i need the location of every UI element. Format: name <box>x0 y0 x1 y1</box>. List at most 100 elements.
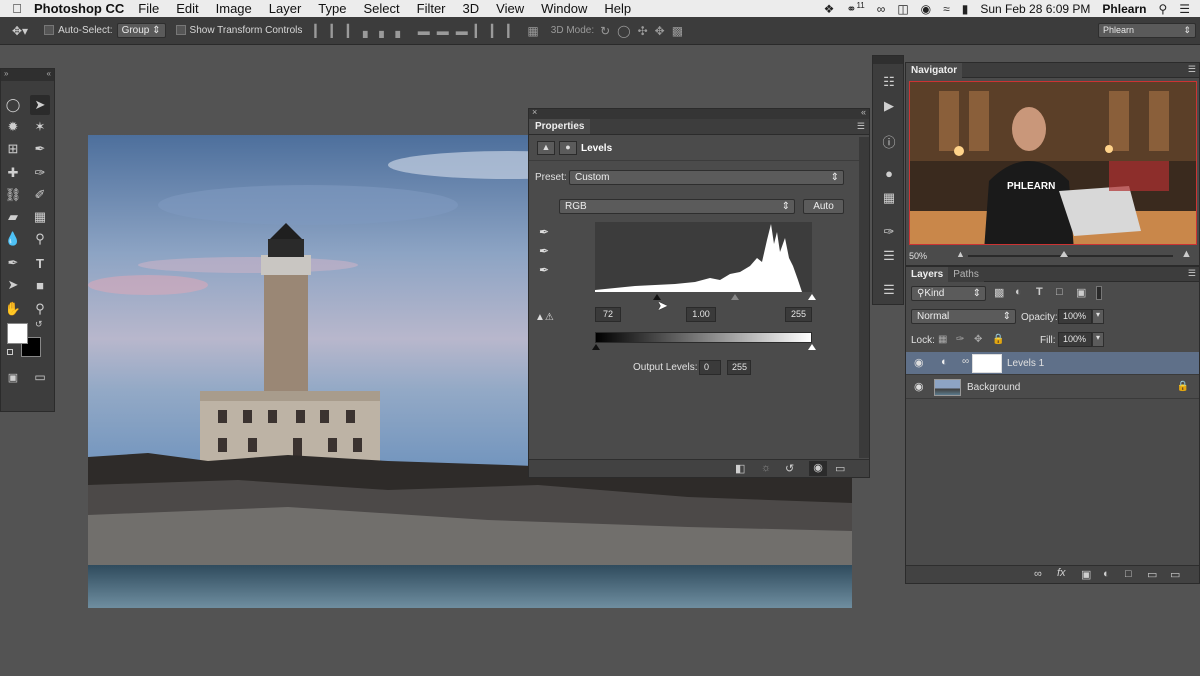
history-panel-icon[interactable]: ☷ <box>879 74 899 92</box>
menu-window[interactable]: Window <box>541 1 587 16</box>
menu-help[interactable]: Help <box>604 1 631 16</box>
blend-mode-dropdown[interactable]: Normal ⇕ <box>911 309 1016 324</box>
gradient-tool-icon[interactable]: ▦ <box>30 207 50 227</box>
mask-link-icon[interactable]: ∞ <box>962 356 969 367</box>
zoom-out-icon[interactable]: ▲ <box>956 249 965 259</box>
3d-mode-icons[interactable]: ↻◯✣✥▩ <box>600 24 690 38</box>
dropbox-icon[interactable]: ❖ <box>824 2 835 16</box>
transform-controls-checkbox[interactable] <box>175 25 190 36</box>
rectangle-tool-icon[interactable]: ■ <box>30 275 50 295</box>
layer-row-background[interactable]: ◉ Background 🔒 <box>906 376 1199 399</box>
type-tool-icon[interactable]: T <box>30 253 50 273</box>
auto-select-checkbox[interactable] <box>44 25 58 36</box>
distribute-icons[interactable]: ▬▬▬▎▎▎ <box>418 24 524 38</box>
menu-select[interactable]: Select <box>363 1 399 16</box>
move-tool-icon[interactable]: ➤ <box>30 95 50 115</box>
properties-panel-titlebar[interactable]: × « <box>529 107 869 119</box>
apple-icon[interactable]:  <box>0 1 34 16</box>
3d-panel-icon[interactable]: ● <box>879 166 899 184</box>
opacity-dropdown-arrow-icon[interactable]: ▾ <box>1092 309 1104 324</box>
panel-menu-icon[interactable]: ☰ <box>857 121 865 132</box>
auto-button[interactable]: Auto <box>803 199 844 214</box>
brushes-panel-icon[interactable]: ✑ <box>879 224 899 242</box>
clock-text[interactable]: Sun Feb 28 6:09 PM <box>980 2 1090 16</box>
fill-field[interactable]: 100% <box>1058 332 1092 347</box>
clone-stamp-tool-icon[interactable]: ⛓ <box>3 185 23 205</box>
new-adjustment-layer-icon[interactable]: ◐ <box>1103 568 1110 580</box>
gray-point-eyedropper-icon[interactable]: ✒ <box>539 244 549 258</box>
menu-3d[interactable]: 3D <box>463 1 480 16</box>
layer-name[interactable]: Background <box>967 382 1020 393</box>
channel-dropdown[interactable]: RGB ⇕ <box>559 199 795 214</box>
white-point-eyedropper-icon[interactable]: ✒ <box>539 263 549 277</box>
eraser-tool-icon[interactable]: ▰ <box>3 207 23 227</box>
move-tool-preset-icon[interactable]: ✥▾ <box>12 24 28 38</box>
tools-panel-header[interactable]: » « <box>1 69 54 81</box>
filter-shape-icon[interactable]: □ <box>1056 286 1063 298</box>
pen-tool-icon[interactable]: ✒ <box>3 253 23 273</box>
menu-image[interactable]: Image <box>216 1 252 16</box>
link-layers-icon[interactable]: ∞ <box>1034 568 1042 580</box>
layer-mask-icon[interactable]: ● <box>559 141 577 155</box>
layer-filter-dropdown[interactable]: ⚲Kind ⇕ <box>911 286 986 301</box>
new-group-icon[interactable]: □ <box>1125 568 1132 580</box>
navigator-view-box[interactable] <box>909 81 1197 245</box>
screen-mode-icon[interactable]: ▭ <box>30 367 50 387</box>
quick-mask-icon[interactable]: ▣ <box>3 367 23 387</box>
white-input-slider-handle[interactable] <box>808 294 816 300</box>
layer-name[interactable]: Levels 1 <box>1007 358 1044 369</box>
app-name-menu[interactable]: Photoshop CC <box>34 1 124 16</box>
gamma-input-slider-handle[interactable] <box>731 294 739 300</box>
collapse-panel-icon[interactable]: « <box>861 107 866 117</box>
filter-type-icon[interactable]: T <box>1036 286 1043 298</box>
input-white-field[interactable]: 255 <box>785 307 812 322</box>
delete-adjustment-icon[interactable]: ▭ <box>835 462 845 475</box>
strip-header[interactable] <box>873 56 903 64</box>
lock-position-icon[interactable]: ✥ <box>974 334 982 345</box>
input-slider-track[interactable] <box>595 292 816 302</box>
align-icons[interactable]: ▎▎▎▖▖▖ <box>314 24 411 38</box>
layer-row-levels-1[interactable]: ◉ ◐ ∞ Levels 1 <box>906 352 1199 375</box>
output-white-field[interactable]: 255 <box>727 360 751 375</box>
add-mask-icon[interactable]: ▣ <box>1081 568 1091 581</box>
view-previous-state-icon[interactable]: ☼ <box>761 462 771 474</box>
adjustments-panel-icon[interactable]: ☰ <box>879 248 899 266</box>
auto-select-dropdown[interactable]: Group ⇕ <box>116 23 166 38</box>
input-gamma-field[interactable]: 1.00 <box>686 307 716 322</box>
record-icon[interactable]: ◉ <box>921 2 931 16</box>
brush-tool-icon[interactable]: ✑ <box>30 163 50 183</box>
user-name[interactable]: Phlearn <box>1102 2 1146 16</box>
marquee-tool-icon[interactable]: ◯ <box>3 95 23 115</box>
black-output-slider-handle[interactable] <box>592 344 600 350</box>
auto-align-icon[interactable]: ▦ <box>527 24 538 38</box>
layers-menu-icon[interactable]: ☰ <box>1188 268 1196 279</box>
menu-file[interactable]: File <box>138 1 159 16</box>
dodge-tool-icon[interactable]: ⚲ <box>30 229 50 249</box>
menu-edit[interactable]: Edit <box>176 1 198 16</box>
spotlight-search-icon[interactable]: ⚲ <box>1158 2 1167 16</box>
foreground-color-swatch[interactable] <box>7 323 28 344</box>
levels-adjustment-icon[interactable]: ▲ <box>537 141 555 155</box>
info-panel-icon[interactable]: ⓘ <box>879 132 899 150</box>
input-black-field[interactable]: 72 <box>595 307 621 322</box>
healing-brush-tool-icon[interactable]: ✚ <box>3 163 23 183</box>
paragraph-panel-icon[interactable]: ☰ <box>879 282 899 300</box>
tab-navigator[interactable]: Navigator <box>906 63 963 78</box>
layer-locked-icon[interactable]: 🔒 <box>1177 381 1189 392</box>
visibility-eye-icon[interactable]: ◉ <box>914 356 924 369</box>
notification-list-icon[interactable]: ☰ <box>1179 2 1190 16</box>
menu-filter[interactable]: Filter <box>417 1 446 16</box>
battery-icon[interactable]: ▮ <box>962 2 969 16</box>
delete-layer-icon[interactable]: ▭ <box>1170 568 1180 581</box>
tab-properties[interactable]: Properties <box>529 119 591 134</box>
default-colors-icon[interactable] <box>7 349 13 355</box>
path-selection-tool-icon[interactable]: ➤ <box>3 275 23 295</box>
zoom-slider-handle[interactable] <box>1060 251 1068 257</box>
navigator-zoom-value[interactable]: 50% <box>909 251 927 261</box>
creative-cloud-icon[interactable]: ⚭11 <box>846 1 864 16</box>
toggle-visibility-icon[interactable]: ◉ <box>809 461 827 476</box>
layer-thumbnail[interactable] <box>934 379 961 396</box>
layer-mask-thumbnail[interactable] <box>972 354 1002 373</box>
lock-all-icon[interactable]: 🔒 <box>992 334 1004 345</box>
menu-view[interactable]: View <box>496 1 524 16</box>
